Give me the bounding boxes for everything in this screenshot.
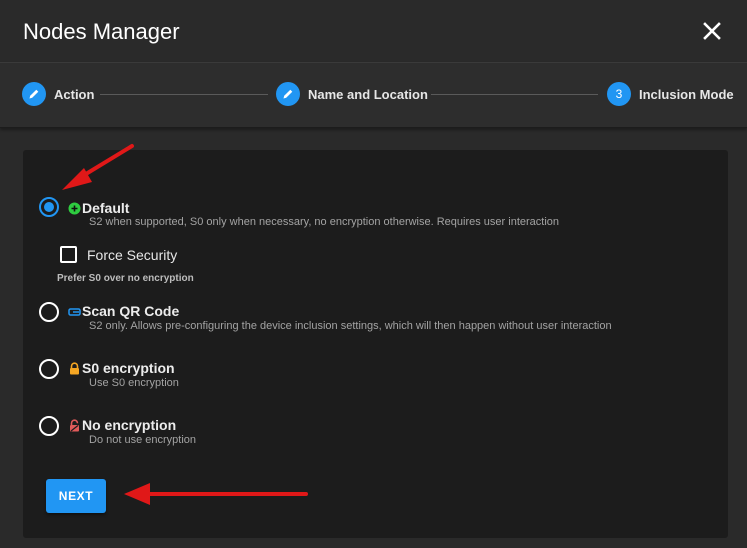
step-label: Name and Location bbox=[308, 86, 428, 102]
lock-icon bbox=[68, 361, 81, 375]
qr-link-icon bbox=[68, 305, 81, 318]
step-label: Inclusion Mode bbox=[639, 86, 734, 102]
option-title: S0 encryption bbox=[82, 360, 175, 376]
next-button[interactable]: NEXT bbox=[46, 479, 106, 513]
step-action[interactable]: Action bbox=[22, 82, 94, 106]
radio-scan-qr-code[interactable] bbox=[39, 302, 59, 322]
force-security-help: Prefer S0 over no encryption bbox=[57, 273, 194, 284]
option-title: Scan QR Code bbox=[82, 303, 180, 319]
stepper: Action Name and Location 3 Inclusion Mod… bbox=[0, 62, 747, 128]
plus-circle-icon bbox=[68, 202, 81, 215]
option-description: S2 when supported, S0 only when necessar… bbox=[89, 216, 560, 228]
option-scan-qr-code: Scan QR Code bbox=[68, 303, 179, 319]
option-title: No encryption bbox=[82, 417, 177, 433]
option-s0-encryption: S0 encryption bbox=[68, 360, 175, 376]
step-name-and-location[interactable]: Name and Location bbox=[276, 82, 428, 106]
option-default: Default bbox=[68, 200, 129, 216]
close-icon[interactable] bbox=[699, 18, 725, 44]
dialog-header: Nodes Manager bbox=[0, 0, 747, 62]
step-number-badge: 3 bbox=[607, 82, 631, 106]
step-divider bbox=[100, 94, 268, 95]
force-security-checkbox[interactable] bbox=[60, 246, 77, 263]
option-description: S2 only. Allows pre-configuring the devi… bbox=[89, 320, 612, 332]
step-label: Action bbox=[54, 86, 95, 102]
option-title: Default bbox=[82, 200, 130, 216]
nodes-manager-dialog: Nodes Manager Action Name and Location 3… bbox=[0, 0, 747, 548]
pencil-icon bbox=[276, 82, 300, 106]
step-number: 3 bbox=[615, 87, 623, 101]
dialog-title: Nodes Manager bbox=[23, 19, 180, 44]
radio-default[interactable] bbox=[39, 197, 59, 217]
step-inclusion-mode[interactable]: 3 Inclusion Mode bbox=[607, 82, 734, 106]
unlocked-icon bbox=[68, 418, 81, 432]
radio-no-encryption[interactable] bbox=[39, 416, 59, 436]
force-security-label[interactable]: Force Security bbox=[87, 247, 177, 263]
pencil-icon bbox=[22, 82, 46, 106]
option-description: Use S0 encryption bbox=[89, 377, 179, 389]
step-divider bbox=[431, 94, 598, 95]
option-description: Do not use encryption bbox=[89, 434, 197, 446]
option-no-encryption: No encryption bbox=[68, 417, 176, 433]
radio-s0-encryption[interactable] bbox=[39, 359, 59, 379]
